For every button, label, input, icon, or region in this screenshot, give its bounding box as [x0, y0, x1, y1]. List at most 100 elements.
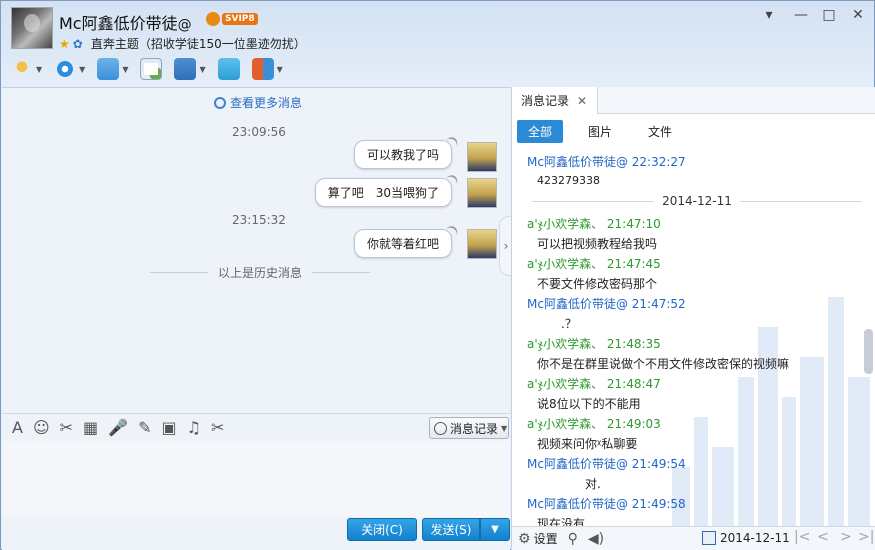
emoji-icon[interactable]: ☺ — [33, 418, 50, 437]
message-input[interactable] — [2, 441, 510, 517]
clock-icon — [214, 96, 226, 109]
contact-signature: ★ ✿ 直奔主题（招收学徒150一位墨迹勿扰） — [59, 35, 306, 52]
minimize-button[interactable]: — — [790, 7, 812, 23]
image-icon[interactable]: ▣ — [162, 418, 177, 437]
send-file-button[interactable]: ▼ — [97, 58, 128, 80]
filter-files[interactable]: 文件 — [637, 120, 683, 143]
filter-all[interactable]: 全部 — [517, 120, 564, 143]
close-window-button[interactable]: ✕ — [847, 7, 869, 23]
message-history-button[interactable]: 消息记录 ▼ — [429, 417, 509, 439]
gear-icon[interactable]: ⚙ — [518, 531, 531, 547]
history-entry-body: .？ — [537, 317, 577, 331]
first-page-icon[interactable]: |< — [794, 529, 810, 545]
close-button[interactable]: 关闭(C) — [347, 518, 417, 541]
history-entry-body: 现在没有 — [537, 517, 586, 526]
chevron-down-icon[interactable]: ▼ — [501, 424, 507, 433]
chevron-down-icon[interactable]: ▼ — [277, 65, 283, 74]
history-entry-header: a'ჯ小欢学森、 21:47:45 — [527, 257, 661, 271]
qzone-icon[interactable]: ✿ — [73, 37, 83, 51]
last-page-icon[interactable]: >| — [858, 529, 874, 545]
history-entry-header: Mc阿鑫低价带徒@ 21:47:52 — [527, 297, 686, 311]
webcam-icon — [54, 58, 77, 80]
settings-link[interactable]: 设置 — [534, 530, 558, 547]
view-more-messages-link[interactable]: 查看更多消息 — [214, 94, 302, 111]
microphone-icon — [11, 58, 33, 80]
maximize-button[interactable]: □ — [818, 7, 840, 23]
menu-dropdown-icon[interactable]: ▾ — [758, 7, 780, 23]
create-discussion-button[interactable] — [140, 58, 163, 80]
history-entry-body: 可以把视频教程给我吗 — [537, 237, 658, 251]
tab-message-history[interactable]: 消息记录 ✕ — [512, 87, 598, 114]
history-entry-body: 不要文件修改密码那个 — [537, 277, 658, 291]
chevron-down-icon[interactable]: ▼ — [36, 65, 42, 74]
chat-window: Mc阿鑫低价带徒@ SVIP8 ★ ✿ 直奔主题（招收学徒150一位墨迹勿扰） … — [0, 0, 875, 550]
history-divider: 以上是历史消息 — [150, 264, 371, 281]
history-entry-body: 你不是在群里说做个不用文件修改密保的视频嘛 — [537, 357, 790, 371]
svip-badge[interactable]: SVIP8 — [206, 11, 258, 27]
history-entry-header: a'ჯ小欢学森、 21:49:03 — [527, 417, 661, 431]
chevron-down-icon[interactable]: ▼ — [79, 65, 85, 74]
close-icon[interactable]: ✕ — [577, 94, 587, 108]
clock-icon — [434, 421, 447, 435]
history-date[interactable]: 2014-12-11 — [720, 531, 790, 545]
svip-badge-text: SVIP8 — [222, 13, 258, 25]
history-entry-header: a'ჯ小欢学森、 21:48:35 — [527, 337, 661, 351]
contact-name-suffix: @ — [177, 17, 192, 33]
history-date-label: 2014-12-11 — [662, 194, 732, 208]
filter-images[interactable]: 图片 — [577, 120, 623, 143]
new-message-icon — [140, 58, 163, 80]
voice-message-icon[interactable]: 🎤 — [108, 418, 128, 437]
contact-name-text: Mc阿鑫低价带徒 — [59, 14, 178, 33]
tab-label: 消息记录 — [521, 94, 570, 108]
send-options-button[interactable]: ▼ — [480, 518, 510, 541]
file-transfer-icon — [97, 58, 120, 80]
magic-wand-icon[interactable]: ✂ — [60, 418, 73, 437]
calendar-icon[interactable] — [702, 531, 716, 545]
my-avatar[interactable] — [467, 142, 497, 172]
divider-line — [739, 200, 862, 202]
history-entry-header: a'ჯ小欢学森、 21:48:47 — [527, 377, 661, 391]
contact-name: Mc阿鑫低价带徒@ — [59, 10, 192, 34]
view-more-label: 查看更多消息 — [230, 96, 303, 110]
screenshot-icon[interactable]: ▦ — [83, 418, 98, 437]
input-toolbar: A ☺ ✂ ▦ 🎤 ✎ ▣ ♫ ✂ 消息记录 ▼ — [2, 413, 510, 441]
history-scrollbar[interactable] — [861, 149, 875, 526]
apps-button[interactable]: ▼ — [251, 58, 283, 80]
action-bar: 关闭(C) 发送(S) ▼ — [2, 517, 510, 550]
my-avatar[interactable] — [467, 229, 497, 259]
chevron-down-icon[interactable]: ▼ — [122, 65, 128, 74]
video-call-button[interactable]: ▼ — [54, 58, 85, 80]
share-screen-button[interactable] — [217, 58, 240, 80]
history-footer: ⚙ 设置 ⚲ ◀) 2014-12-11 |< < > >| — [512, 526, 875, 550]
chevron-down-icon[interactable]: ▼ — [199, 65, 205, 74]
star-icon: ★ — [59, 36, 70, 51]
history-message-list: Mc阿鑫低价带徒@ 22:32:27 423279338 2014-12-11 … — [512, 149, 862, 526]
divider-line — [150, 272, 208, 273]
send-button[interactable]: 发送(S) — [422, 518, 480, 541]
prev-page-icon[interactable]: < — [817, 529, 829, 545]
edit-icon[interactable]: ✎ — [138, 418, 151, 437]
scrollbar-thumb[interactable] — [864, 329, 873, 374]
music-icon[interactable]: ♫ — [187, 418, 201, 437]
message-timestamp: 23:15:32 — [232, 213, 286, 227]
divider-line — [312, 272, 371, 273]
search-icon[interactable]: ⚲ — [568, 531, 578, 547]
history-entry-header: Mc阿鑫低价带徒@ 21:49:58 — [527, 497, 686, 511]
history-entry-header: Mc阿鑫低价带徒@ 22:32:27 — [527, 155, 686, 169]
history-entry-header: Mc阿鑫低价带徒@ 21:49:54 — [527, 457, 686, 471]
contact-avatar[interactable] — [11, 7, 53, 49]
voice-call-button[interactable]: ▼ — [11, 58, 42, 80]
my-avatar[interactable] — [467, 178, 497, 208]
signature-text: 直奔主题（招收学徒150一位墨迹勿扰） — [90, 37, 306, 51]
font-icon[interactable]: A — [12, 418, 23, 437]
speaker-icon[interactable]: ◀) — [588, 531, 604, 547]
history-date-separator: 2014-12-11 — [532, 194, 862, 208]
scissors-icon[interactable]: ✂ — [211, 418, 224, 437]
top-toolbar: ▼ ▼ ▼ ▼ ▼ — [11, 56, 295, 82]
history-entry-body: 视频来问你ᵡ私聊要 — [537, 437, 638, 451]
remote-assist-button[interactable]: ▼ — [174, 58, 206, 80]
message-history-label: 消息记录 — [450, 421, 499, 436]
next-page-icon[interactable]: > — [840, 529, 852, 545]
message-timestamp: 23:09:56 — [232, 125, 286, 139]
history-entry-body: 423279338 — [537, 174, 600, 187]
